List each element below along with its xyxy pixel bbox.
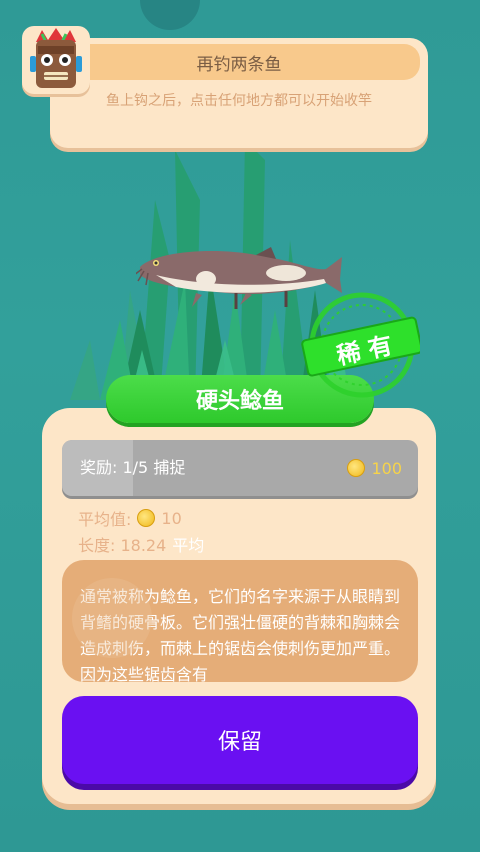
keep-button[interactable]: 保留 [62, 696, 418, 784]
reward-label: 奖励: 1/5 捕捉 [80, 458, 186, 477]
average-label: 平均值: [78, 510, 132, 529]
coin-icon [137, 509, 156, 527]
background-bubble [140, 0, 200, 30]
length-row: 长度: 18.24 平均 [78, 532, 204, 556]
reward-coins: 100 [347, 440, 402, 496]
quest-hint: 鱼上钩之后，点击任何地方都可以开始收竿 [106, 93, 372, 109]
quest-title: 再钓两条鱼 [196, 54, 282, 75]
keep-button-label: 保留 [217, 730, 262, 755]
reward-coin-amount: 100 [371, 458, 402, 478]
coin-icon [347, 459, 366, 477]
length-tag: 平均 [172, 536, 205, 555]
average-value-row: 平均值: 10 [78, 506, 182, 530]
average-value: 10 [161, 508, 182, 528]
tiki-mask-icon [30, 28, 82, 88]
reward-progress-bar: 奖励: 1/5 捕捉 100 [62, 440, 418, 496]
quest-panel: 再钓两条鱼 鱼上钩之后，点击任何地方都可以开始收竿 [50, 38, 428, 148]
quest-title-bar: 再钓两条鱼 [58, 44, 420, 80]
length-label: 长度: 18.24 [78, 536, 167, 555]
fish-name: 硬头鲶鱼 [195, 389, 284, 414]
avatar[interactable] [22, 26, 90, 94]
background-bubble [72, 578, 152, 658]
